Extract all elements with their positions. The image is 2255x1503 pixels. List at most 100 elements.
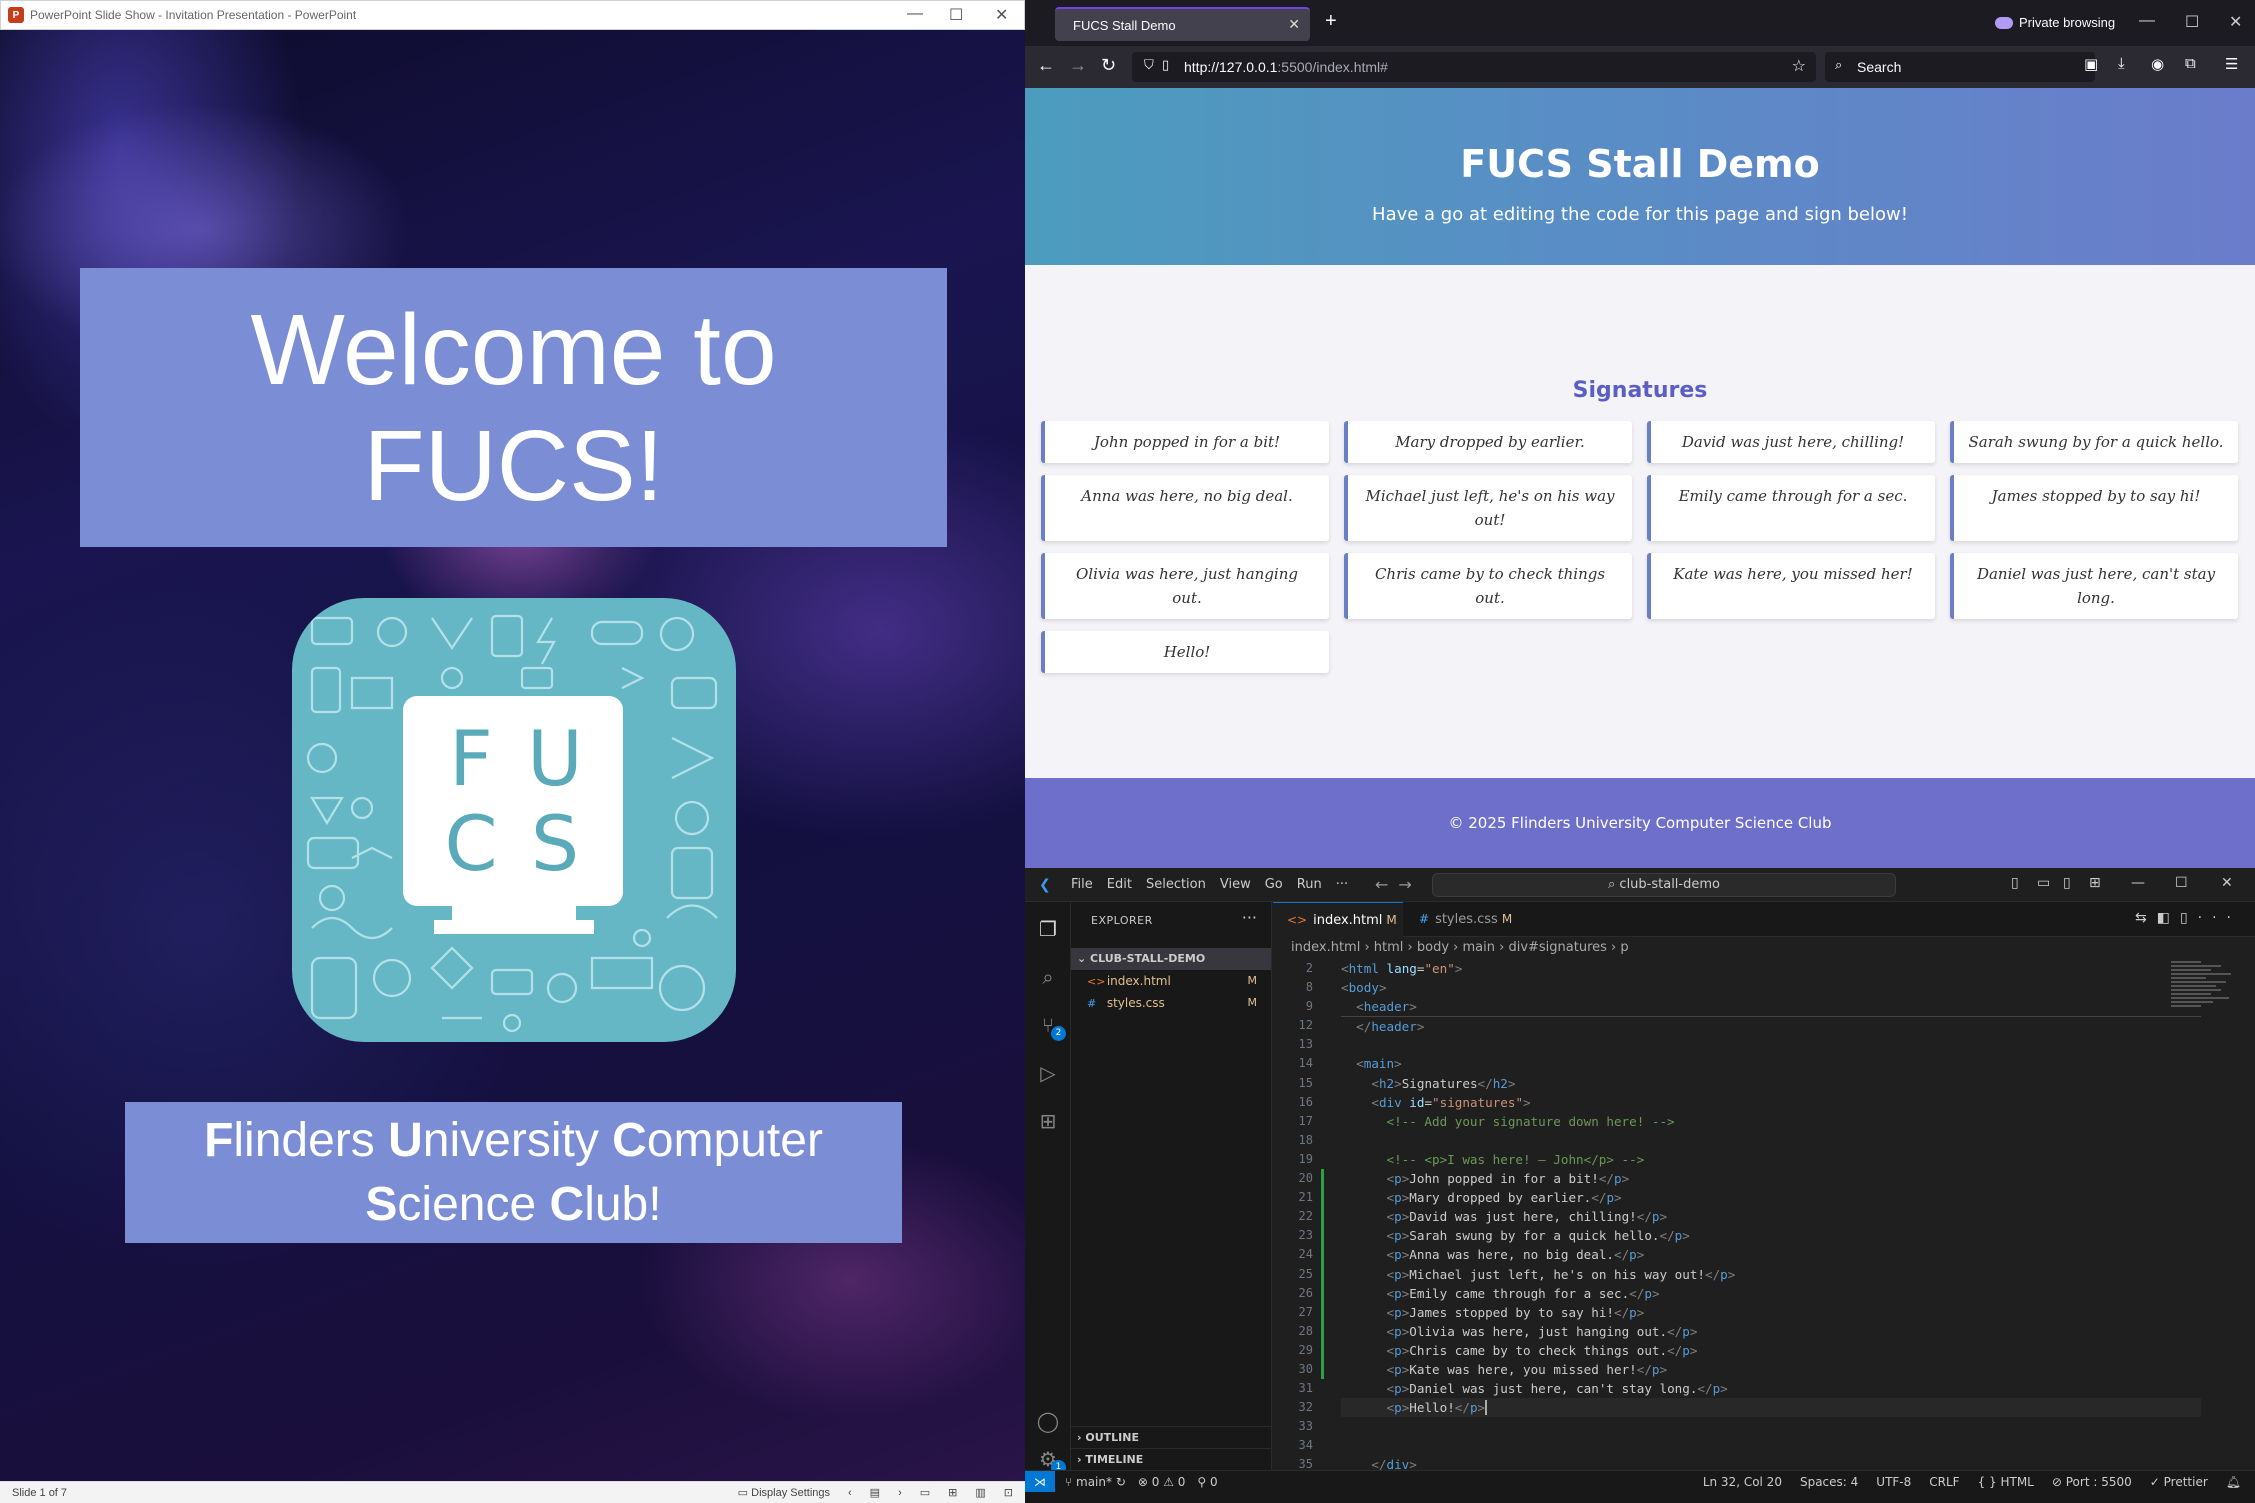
file-styles-css[interactable]: # styles.css M <box>1071 992 1271 1014</box>
tab-index-html[interactable]: <>index.htmlM ✕ <box>1273 902 1403 963</box>
menu-item[interactable]: File <box>1071 877 1093 892</box>
display-settings-button[interactable]: ▭ Display Settings <box>738 1486 830 1499</box>
slide-title-box: Welcome to FUCS! <box>80 268 947 547</box>
code-line: <div id="signatures"> <box>1371 1094 1531 1110</box>
command-center[interactable]: ⌕ club-stall-demo <box>1432 873 1896 897</box>
breadcrumb-item[interactable]: main <box>1463 940 1495 955</box>
notes-icon[interactable]: ▤ <box>870 1486 880 1499</box>
remote-icon[interactable]: ⋊ <box>1025 1471 1055 1493</box>
line-number: 16 <box>1298 1094 1313 1109</box>
maximize-icon[interactable]: ☐ <box>2175 875 2188 891</box>
minimize-icon[interactable]: — <box>907 5 923 23</box>
source-control-icon[interactable]: ⑂ 2 <box>1035 1012 1066 1041</box>
project-folder[interactable]: ⌄ CLUB-STALL-DEMO <box>1071 948 1271 970</box>
more-actions-icon[interactable]: ··· <box>1242 908 1257 927</box>
code-line: <html lang="en"> <box>1341 961 1463 976</box>
breadcrumb-item[interactable]: index.html <box>1291 940 1360 955</box>
forward-icon[interactable]: → <box>1069 55 1087 76</box>
logo-letter-u: U <box>527 713 583 803</box>
language-mode[interactable]: { } HTML <box>1978 1471 2034 1493</box>
nav-toolbar: ← → ↻ http://127.0.0.1:5500/index.html# … <box>1025 46 2255 88</box>
close-window-icon[interactable]: ✕ <box>2229 12 2242 32</box>
menu-icon[interactable]: ☰ <box>2225 55 2238 73</box>
bookmark-star-icon[interactable]: ☆ <box>1792 56 1806 76</box>
close-tab-icon[interactable]: ✕ <box>1288 16 1300 33</box>
fucs-logo: F U C S <box>292 598 736 1042</box>
close-icon[interactable]: ✕ <box>2221 875 2233 891</box>
menu-item[interactable]: Edit <box>1107 877 1132 892</box>
slide-sorter-icon[interactable]: ⊞ <box>948 1486 957 1499</box>
reading-view-icon[interactable]: ▥ <box>975 1486 985 1499</box>
settings-gear-icon[interactable]: ⚙ 1 <box>1035 1446 1066 1475</box>
extensions-icon[interactable]: ⊞ <box>1035 1108 1061 1134</box>
history-arrows[interactable]: ←→ <box>1375 875 1422 894</box>
outline-section[interactable]: › OUTLINE <box>1071 1426 1271 1448</box>
next-slide-icon[interactable]: › <box>898 1487 902 1499</box>
breadcrumb-item[interactable]: body <box>1417 940 1449 955</box>
toggle-secondary-sidebar-icon[interactable]: ▯ <box>2063 875 2071 891</box>
page-footer: © 2025 Flinders University Computer Scie… <box>1025 778 2255 868</box>
indentation[interactable]: Spaces: 4 <box>1800 1471 1858 1493</box>
signature-card: Sarah swung by for a quick hello. <box>1950 421 2238 463</box>
line-number: 26 <box>1298 1285 1313 1300</box>
toggle-panel-icon[interactable]: ▭ <box>2037 875 2050 891</box>
accounts-icon[interactable]: ◯ <box>1035 1408 1061 1434</box>
slideshow-icon[interactable]: ⊡ <box>1004 1486 1013 1499</box>
reload-icon[interactable]: ↻ <box>1101 55 1116 76</box>
menu-item[interactable]: ··· <box>1336 877 1348 892</box>
search-input[interactable]: ⌕ Search <box>1825 52 2095 82</box>
reader-icon[interactable]: ▣ <box>2084 55 2098 73</box>
breadcrumb-item[interactable]: p <box>1620 940 1628 955</box>
new-tab-icon[interactable]: + <box>1325 10 1337 33</box>
run-debug-icon[interactable]: ▷ <box>1035 1060 1061 1086</box>
minimap[interactable] <box>2171 959 2241 1049</box>
menu-item[interactable]: Selection <box>1146 877 1206 892</box>
url-bar[interactable]: http://127.0.0.1:5500/index.html# ⛉ ▯ ☆ <box>1132 52 1816 82</box>
search-icon[interactable]: ⌕ <box>1035 964 1061 990</box>
minimize-icon[interactable]: — <box>2139 12 2155 30</box>
line-endings[interactable]: CRLF <box>1929 1471 1959 1493</box>
prev-slide-icon[interactable]: ‹ <box>848 1487 852 1499</box>
maximize-icon[interactable]: ☐ <box>2185 12 2199 32</box>
timeline-section[interactable]: › TIMELINE <box>1071 1448 1271 1470</box>
normal-view-icon[interactable]: ▭ <box>920 1486 930 1499</box>
page-icon[interactable]: ▯ <box>1162 57 1169 73</box>
line-number: 2 <box>1305 961 1313 975</box>
live-server-port[interactable]: ⊘ Port : 5500 <box>2052 1471 2132 1493</box>
branch-indicator[interactable]: ⑂ main* ↻ <box>1065 1471 1126 1493</box>
explorer-icon[interactable]: ❐ <box>1035 916 1061 942</box>
menu-item[interactable]: Go <box>1265 877 1283 892</box>
editor-actions[interactable]: ⇆◧▯··· <box>2135 910 2241 926</box>
prettier-status[interactable]: ✓ Prettier <box>2150 1471 2208 1493</box>
shield-icon[interactable]: ⛉ <box>1144 57 1154 73</box>
minimize-icon[interactable]: — <box>2131 875 2145 891</box>
tab-styles-css[interactable]: # styles.css M <box>1405 902 1515 937</box>
extensions-icon[interactable]: ⧉ <box>2185 55 2196 72</box>
account-icon[interactable]: ◉ <box>2151 55 2164 73</box>
ports-indicator[interactable]: ⚲ 0 <box>1197 1471 1217 1493</box>
code-line: <p>Olivia was here, just hanging out.</p… <box>1386 1323 1698 1339</box>
back-icon[interactable]: ← <box>1037 55 1055 76</box>
menu-item[interactable]: Run <box>1297 877 1322 892</box>
toggle-sidebar-icon[interactable]: ▯ <box>2011 875 2019 891</box>
encoding[interactable]: UTF-8 <box>1876 1471 1911 1493</box>
css-file-icon: # <box>1087 997 1097 1010</box>
breadcrumb-separator: › <box>1403 940 1417 955</box>
vscode-icon: ❮ <box>1039 877 1051 893</box>
problems-indicator[interactable]: ⊗ 0 ⚠ 0 <box>1138 1471 1186 1493</box>
file-index-html[interactable]: <> index.html M <box>1071 970 1271 992</box>
private-mask-icon <box>1995 16 2013 29</box>
menu-item[interactable]: View <box>1220 877 1251 892</box>
customize-layout-icon[interactable]: ⊞ <box>2089 875 2101 891</box>
code-editor[interactable]: 2 8 9 12 13 14 15 16 17 18 19 20 21 22 23 24 25 26 27 28 29 3… <box>1273 959 2255 1492</box>
notifications-icon[interactable]: 🔔︎ <box>2226 1471 2241 1493</box>
browser-tab[interactable]: FUCS Stall Demo ✕ <box>1055 7 1310 41</box>
breadcrumb-item[interactable]: div#signatures <box>1508 940 1606 955</box>
maximize-icon[interactable]: ☐ <box>949 5 963 25</box>
cursor-position[interactable]: Ln 32, Col 20 <box>1703 1471 1782 1493</box>
downloads-icon[interactable]: ⤓ <box>2118 55 2125 72</box>
breadcrumb-item[interactable]: html <box>1374 940 1404 955</box>
slide[interactable]: Welcome to FUCS! F U C S Flinders Univer… <box>0 30 1025 1481</box>
close-icon[interactable]: ✕ <box>995 5 1008 25</box>
